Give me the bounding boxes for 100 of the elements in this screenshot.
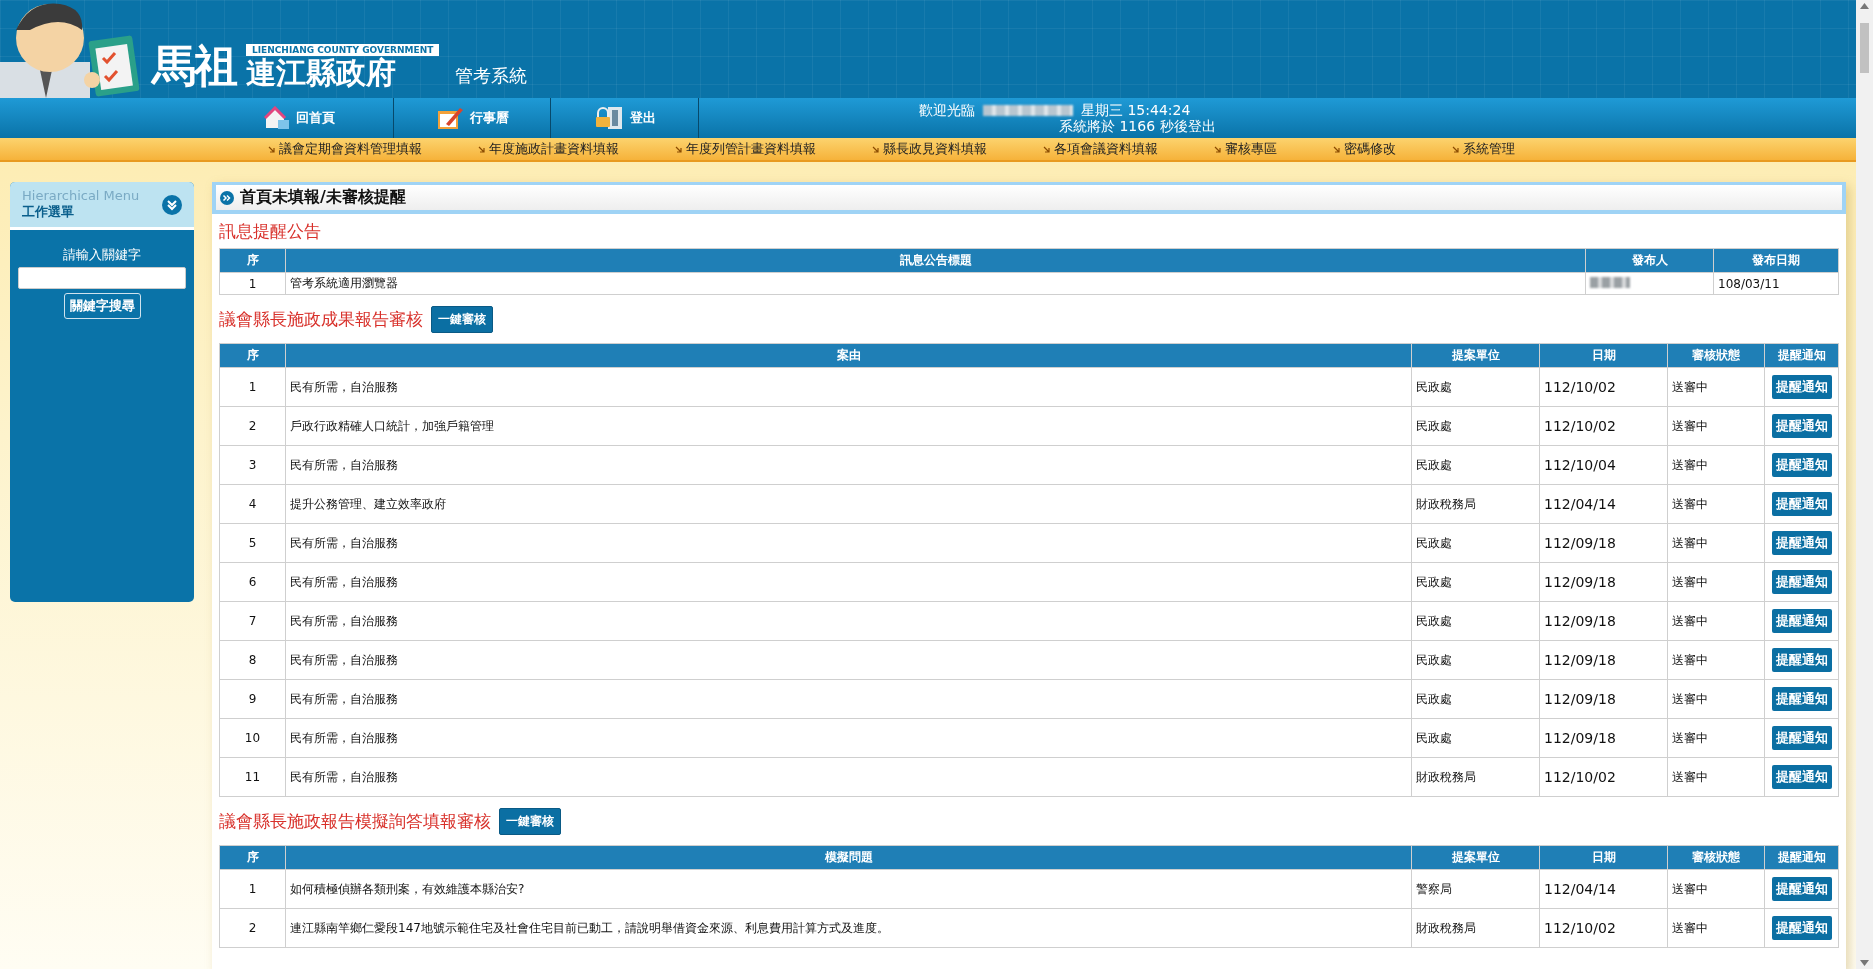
arrow-icon xyxy=(1333,145,1340,153)
table-cell: 112/09/18 xyxy=(1539,718,1668,758)
table-cell: 1 xyxy=(219,272,286,295)
remind-button[interactable]: 提醒通知 xyxy=(1771,375,1832,399)
scroll-up-icon[interactable] xyxy=(1860,3,1869,9)
menu-link[interactable]: 議會定期會資料管理填報 xyxy=(268,140,422,158)
house-icon xyxy=(263,106,290,130)
logo-title: 連江縣政府 xyxy=(246,58,396,88)
section-title: 議會縣長施政報告模擬詢答填報審核 xyxy=(219,809,491,833)
table-cell: 送審中 xyxy=(1667,523,1765,563)
menu-link[interactable]: 各項會議資料填報 xyxy=(1043,140,1158,158)
table-cell: 2 xyxy=(219,908,286,948)
remind-button[interactable]: 提醒通知 xyxy=(1771,570,1832,594)
menu-link[interactable]: 年度施政計畫資料填報 xyxy=(478,140,619,158)
scrollbar[interactable] xyxy=(1856,0,1873,969)
sidebar-title: 工作選單 xyxy=(22,203,75,221)
table-cell: 民政處 xyxy=(1411,718,1540,758)
table-cell: 送審中 xyxy=(1667,757,1765,797)
section-title: 議會縣長施政成果報告審核 xyxy=(219,307,423,331)
approve-all-button[interactable]: 一鍵審核 xyxy=(431,305,493,333)
scroll-down-icon[interactable] xyxy=(1860,960,1869,966)
table-cell: 送審中 xyxy=(1667,869,1765,909)
arrow-icon xyxy=(1452,145,1459,153)
remind-button[interactable]: 提醒通知 xyxy=(1771,726,1832,750)
table-cell: 民有所需，自治服務 xyxy=(285,640,1412,680)
table-cell: 警察局 xyxy=(1411,869,1540,909)
column-header: 模擬問題 xyxy=(285,845,1412,870)
remind-button[interactable]: 提醒通知 xyxy=(1771,453,1832,477)
remind-button[interactable]: 提醒通知 xyxy=(1771,531,1832,555)
table-cell: 民有所需，自治服務 xyxy=(285,601,1412,641)
column-header: 審核狀態 xyxy=(1667,845,1765,870)
column-header: 提案單位 xyxy=(1411,343,1540,368)
remind-button[interactable]: 提醒通知 xyxy=(1771,609,1832,633)
arrow-icon xyxy=(268,145,275,153)
arrow-icon xyxy=(675,145,682,153)
sidebar-subtitle: Hierarchical Menu xyxy=(22,188,140,203)
system-name: 管考系統 xyxy=(455,64,528,88)
remind-button[interactable]: 提醒通知 xyxy=(1771,877,1832,901)
table-cell: 財政稅務局 xyxy=(1411,908,1540,948)
table-cell: 108/03/11 xyxy=(1713,272,1839,295)
menu-link[interactable]: 年度列管計畫資料填報 xyxy=(675,140,816,158)
table-cell: 民政處 xyxy=(1411,367,1540,407)
scroll-thumb[interactable] xyxy=(1860,23,1869,73)
table-cell: 民政處 xyxy=(1411,679,1540,719)
column-header: 審核狀態 xyxy=(1667,343,1765,368)
table-cell: 112/09/18 xyxy=(1539,640,1668,680)
table-cell: 民有所需，自治服務 xyxy=(285,679,1412,719)
table-cell: 112/10/02 xyxy=(1539,367,1668,407)
menu-link[interactable]: 縣長政見資料填報 xyxy=(872,140,987,158)
table-cell: 民有所需，自治服務 xyxy=(285,757,1412,797)
table-cell: 送審中 xyxy=(1667,679,1765,719)
menu-link[interactable]: 審核專區 xyxy=(1214,140,1277,158)
table-cell: 3 xyxy=(219,445,286,485)
table-cell: 民有所需，自治服務 xyxy=(285,523,1412,563)
menu-link[interactable]: 系統管理 xyxy=(1452,140,1515,158)
table-cell: 民政處 xyxy=(1411,445,1540,485)
column-header: 序 xyxy=(219,343,286,368)
column-header: 日期 xyxy=(1539,845,1668,870)
table-cell: 民有所需，自治服務 xyxy=(285,718,1412,758)
table-cell: 1 xyxy=(219,367,286,407)
welcome-text: 歡迎光臨 xyxy=(919,102,975,118)
remind-button[interactable]: 提醒通知 xyxy=(1771,414,1832,438)
table-cell: 6 xyxy=(219,562,286,602)
logo-mark: 馬祖 xyxy=(152,44,236,88)
remind-button[interactable]: 提醒通知 xyxy=(1771,765,1832,789)
table-cell: 112/09/18 xyxy=(1539,562,1668,602)
table-cell: 戶政行政精確人口統計，加強戶籍管理 xyxy=(285,406,1412,446)
table-cell: 送審中 xyxy=(1667,601,1765,641)
table-cell: 112/10/02 xyxy=(1539,406,1668,446)
remind-button[interactable]: 提醒通知 xyxy=(1771,916,1832,940)
column-header: 提醒通知 xyxy=(1764,845,1839,870)
keyword-field[interactable] xyxy=(18,267,186,289)
table-cell: 8 xyxy=(219,640,286,680)
calendar-pencil-icon xyxy=(435,106,464,130)
chevron-down-icon[interactable] xyxy=(162,194,182,215)
table-cell: 民政處 xyxy=(1411,640,1540,680)
remind-button[interactable]: 提醒通知 xyxy=(1771,648,1832,672)
column-header: 序 xyxy=(219,248,286,273)
table-cell: 4 xyxy=(219,484,286,524)
column-header: 發布人 xyxy=(1585,248,1714,273)
remind-button[interactable]: 提醒通知 xyxy=(1771,687,1832,711)
menu-link[interactable]: 密碼修改 xyxy=(1333,140,1396,158)
table-cell: 9 xyxy=(219,679,286,719)
table-cell: 民政處 xyxy=(1411,523,1540,563)
table-cell: 如何積極偵辦各類刑案，有效維護本縣治安? xyxy=(285,869,1412,909)
column-header: 發布日期 xyxy=(1713,248,1839,273)
table-cell: 民有所需，自治服務 xyxy=(285,445,1412,485)
double-chevron-icon xyxy=(220,190,234,205)
keyword-label: 請輸入關鍵字 xyxy=(63,246,141,264)
table-cell: 送審中 xyxy=(1667,406,1765,446)
remind-button[interactable]: 提醒通知 xyxy=(1771,492,1832,516)
table-cell: 1 xyxy=(219,869,286,909)
keyword-search-button[interactable]: 關鍵字搜尋 xyxy=(63,293,141,319)
table-cell: 112/10/02 xyxy=(1539,908,1668,948)
table-cell: 送審中 xyxy=(1667,562,1765,602)
table-cell: 送審中 xyxy=(1667,908,1765,948)
table-cell: 2 xyxy=(219,406,286,446)
padlock-door-icon xyxy=(593,105,624,131)
approve-all-button[interactable]: 一鍵審核 xyxy=(499,807,561,835)
table-cell: 管考系統適用瀏覽器 xyxy=(285,272,1586,295)
